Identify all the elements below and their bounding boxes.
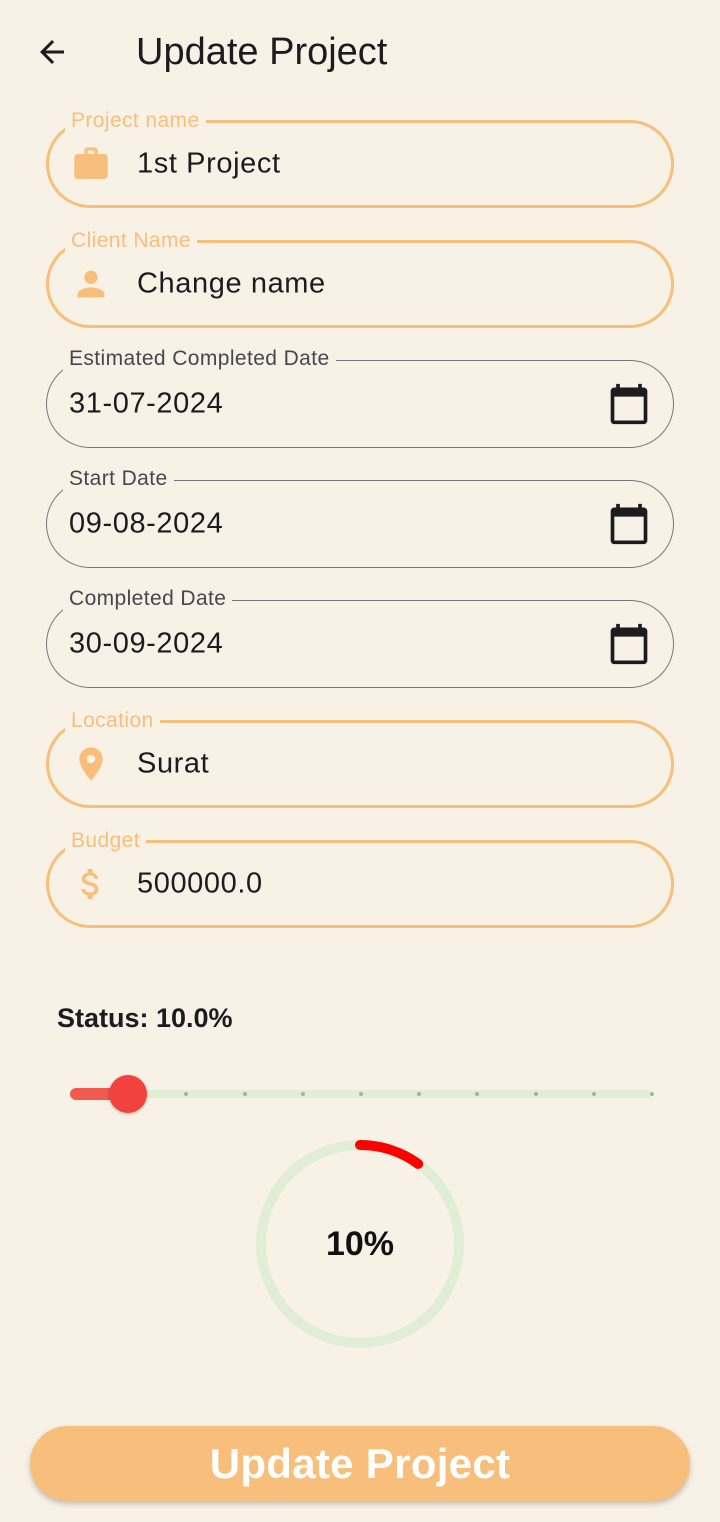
start-date-label: Start Date <box>63 467 174 491</box>
location-label: Location <box>65 709 160 733</box>
status-label: Status: 10.0% <box>57 1003 233 1033</box>
project-name-label: Project name <box>65 109 206 133</box>
app-bar: Update Project <box>0 0 720 104</box>
progress-indicator: 10% <box>255 1139 465 1349</box>
location-field[interactable]: Location Surat <box>46 709 674 808</box>
budget-field[interactable]: Budget 500000.0 <box>46 829 674 928</box>
calendar-icon[interactable] <box>607 502 651 546</box>
estimated-completed-date-label: Estimated Completed Date <box>63 347 336 371</box>
estimated-completed-date-input[interactable]: 31-07-2024 <box>69 388 223 421</box>
person-icon <box>71 264 111 304</box>
completed-date-label: Completed Date <box>63 587 233 611</box>
dollar-icon <box>71 864 111 904</box>
completed-date-input[interactable]: 30-09-2024 <box>69 628 223 661</box>
project-name-input[interactable]: 1st Project <box>137 148 281 181</box>
update-project-button[interactable]: Update Project <box>30 1426 690 1501</box>
location-pin-icon <box>71 744 111 784</box>
arrow-back-icon <box>40 40 64 64</box>
calendar-icon[interactable] <box>607 382 651 426</box>
budget-label: Budget <box>65 829 146 853</box>
briefcase-icon <box>71 144 111 184</box>
page-title: Update Project <box>136 31 388 73</box>
estimated-completed-date-field[interactable]: Estimated Completed Date 31-07-2024 <box>46 347 674 448</box>
slider-thumb[interactable] <box>109 1075 148 1113</box>
slider-tick <box>650 1092 654 1096</box>
slider-tick <box>359 1092 363 1096</box>
location-input[interactable]: Surat <box>137 748 209 781</box>
progress-text: 10% <box>325 1224 395 1263</box>
slider-tick <box>242 1092 247 1096</box>
client-name-label: Client Name <box>65 229 197 253</box>
status-slider[interactable] <box>66 1074 656 1114</box>
client-name-field[interactable]: Client Name Change name <box>46 229 674 328</box>
start-date-field[interactable]: Start Date 09-08-2024 <box>46 467 674 568</box>
client-name-input[interactable]: Change name <box>137 268 326 301</box>
budget-input[interactable]: 500000.0 <box>137 868 263 901</box>
completed-date-field[interactable]: Completed Date 30-09-2024 <box>46 587 674 688</box>
calendar-icon[interactable] <box>607 622 651 666</box>
slider-tick <box>591 1092 596 1096</box>
back-button[interactable] <box>28 28 76 76</box>
project-name-field[interactable]: Project name 1st Project <box>46 109 674 208</box>
slider-tick <box>533 1092 538 1096</box>
start-date-input[interactable]: 09-08-2024 <box>69 508 223 541</box>
slider-tick <box>300 1092 305 1096</box>
